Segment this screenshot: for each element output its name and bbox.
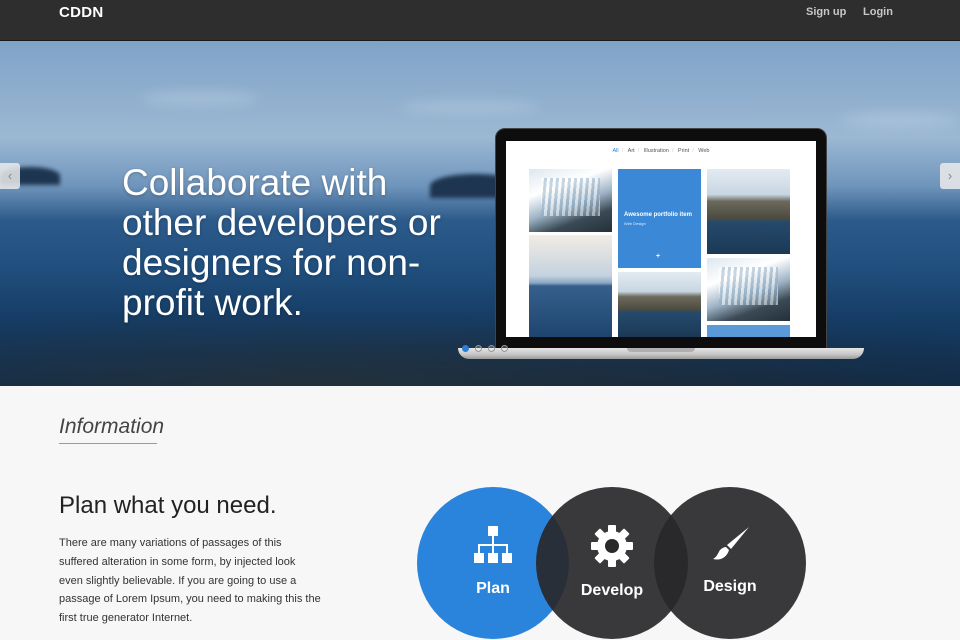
design-label: Design — [703, 578, 757, 595]
gear-icon — [591, 525, 633, 567]
navbar: CDDN Sign up Login — [0, 0, 960, 41]
laptop-mockup: All / Art / Illustration / Print / Web Aweso… — [495, 128, 827, 352]
carousel-indicators — [462, 345, 508, 352]
chevron-left-icon: ‹ — [7, 168, 13, 183]
laptop-notch — [627, 348, 695, 352]
plan-title: Plan what you need. — [59, 492, 277, 519]
portfolio-preview: All / Art / Illustration / Print / Web Aweso… — [506, 141, 816, 337]
carousel-prev-button[interactable]: ‹ — [0, 163, 20, 189]
signup-link[interactable]: Sign up — [806, 6, 846, 18]
section-heading: Information — [59, 415, 165, 438]
filter-web[interactable]: Web — [698, 148, 709, 154]
carousel-dot-2[interactable] — [475, 345, 482, 352]
portfolio-tile-image[interactable] — [707, 169, 790, 254]
carousel-next-button[interactable]: › — [940, 163, 960, 189]
portfolio-tile-image[interactable] — [618, 272, 701, 337]
filter-art[interactable]: Art — [628, 148, 635, 154]
carousel-dot-1[interactable] — [462, 345, 469, 352]
plan-description: There are many variations of passages of… — [59, 537, 321, 625]
section-underline — [59, 443, 157, 444]
filter-all[interactable]: All — [612, 148, 618, 154]
portfolio-tile-image[interactable] — [529, 235, 612, 337]
filter-print[interactable]: Print — [678, 148, 689, 154]
carousel-dot-4[interactable] — [501, 345, 508, 352]
hero-cloud — [400, 101, 540, 113]
login-link[interactable]: Login — [863, 6, 893, 18]
hero-cloud — [840, 113, 960, 127]
chevron-right-icon: › — [947, 168, 953, 183]
filter-illustration[interactable]: Illustration — [644, 148, 669, 154]
hero-carousel: Collaborate with other developers or des… — [0, 41, 960, 386]
design-circle[interactable]: Design — [654, 487, 806, 639]
portfolio-tile-image[interactable] — [707, 325, 790, 337]
portfolio-featured-tile[interactable]: Awesome portfolio item Web Design + — [618, 169, 701, 268]
portfolio-tile-image[interactable] — [707, 258, 790, 321]
portfolio-filter-bar: All / Art / Illustration / Print / Web — [612, 148, 710, 154]
paintbrush-icon — [713, 527, 749, 560]
brand-logo[interactable]: CDDN — [59, 4, 104, 21]
hero-headline: Collaborate with other developers or des… — [122, 162, 441, 323]
carousel-dot-3[interactable] — [488, 345, 495, 352]
hero-cloud — [140, 91, 260, 105]
plus-icon: + — [656, 253, 661, 260]
featured-title: Awesome portfolio item — [624, 212, 692, 218]
sitemap-icon — [474, 526, 512, 563]
featured-subtitle: Web Design — [624, 221, 646, 226]
portfolio-tile-image[interactable] — [529, 169, 612, 232]
